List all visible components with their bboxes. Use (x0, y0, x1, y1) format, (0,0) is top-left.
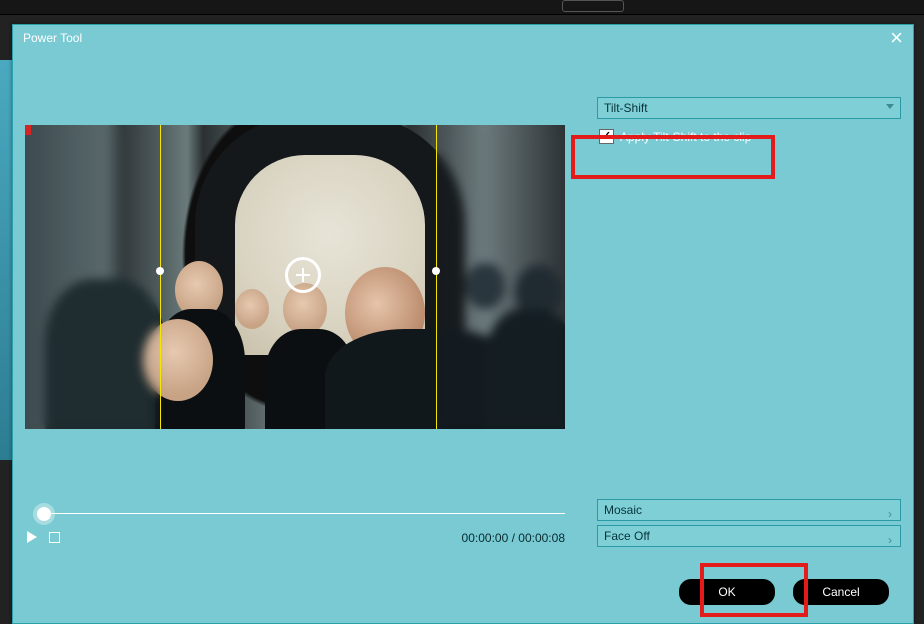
dialog-titlebar: Power Tool × (13, 25, 913, 51)
chevron-right-icon: › (888, 530, 892, 550)
video-preview[interactable] (25, 125, 565, 429)
effect-panel-top: Tilt-Shift Apply Tilt-Shift to the clip (597, 97, 901, 148)
apply-tilt-shift-row[interactable]: Apply Tilt-Shift to the clip (597, 125, 901, 148)
dialog-body: 00:00:00 / 00:00:08 Tilt-Shift Apply Til… (13, 51, 913, 623)
play-icon[interactable] (27, 531, 37, 543)
mosaic-label: Mosaic (604, 503, 642, 517)
time-current: 00:00:00 (462, 531, 509, 545)
cancel-button[interactable]: Cancel (793, 579, 889, 605)
seek-track (43, 513, 565, 514)
app-menubar (0, 0, 924, 15)
tilt-handle-left[interactable] (156, 267, 164, 275)
cancel-button-label: Cancel (822, 585, 859, 599)
tilt-center-handle[interactable] (285, 257, 321, 293)
faceoff-row[interactable]: Face Off › (597, 525, 901, 547)
ok-button-label: OK (718, 585, 735, 599)
dialog-title: Power Tool (23, 25, 82, 51)
playback-controls (27, 531, 60, 543)
search-field-outline (562, 0, 624, 12)
tilt-blur-right (436, 125, 565, 429)
power-tool-dialog: Power Tool × (12, 24, 914, 624)
faceoff-label: Face Off (604, 529, 650, 543)
preview-canvas (25, 125, 565, 429)
time-duration: 00:00:08 (518, 531, 565, 545)
chevron-down-icon (886, 104, 894, 109)
ok-button[interactable]: OK (679, 579, 775, 605)
close-icon[interactable]: × (890, 27, 903, 49)
apply-tilt-shift-checkbox[interactable] (599, 129, 614, 144)
time-sep: / (508, 531, 518, 545)
stop-icon[interactable] (49, 532, 60, 543)
effect-dropdown[interactable]: Tilt-Shift (597, 97, 901, 119)
tilt-handle-right[interactable] (432, 267, 440, 275)
mosaic-row[interactable]: Mosaic › (597, 499, 901, 521)
clip-start-marker (25, 125, 31, 135)
effect-panel-bottom: Mosaic › Face Off › (597, 499, 901, 551)
effect-dropdown-value: Tilt-Shift (604, 101, 648, 115)
chevron-right-icon: › (888, 504, 892, 524)
thumbnail-strip (0, 60, 12, 460)
tilt-guide-left[interactable] (160, 125, 161, 429)
tilt-blur-left (25, 125, 160, 429)
seek-knob[interactable] (37, 507, 51, 521)
timecode: 00:00:00 / 00:00:08 (462, 531, 565, 545)
dialog-buttons: OK Cancel (679, 579, 889, 605)
tilt-guide-right[interactable] (436, 125, 437, 429)
apply-tilt-shift-label: Apply Tilt-Shift to the clip (620, 130, 751, 144)
